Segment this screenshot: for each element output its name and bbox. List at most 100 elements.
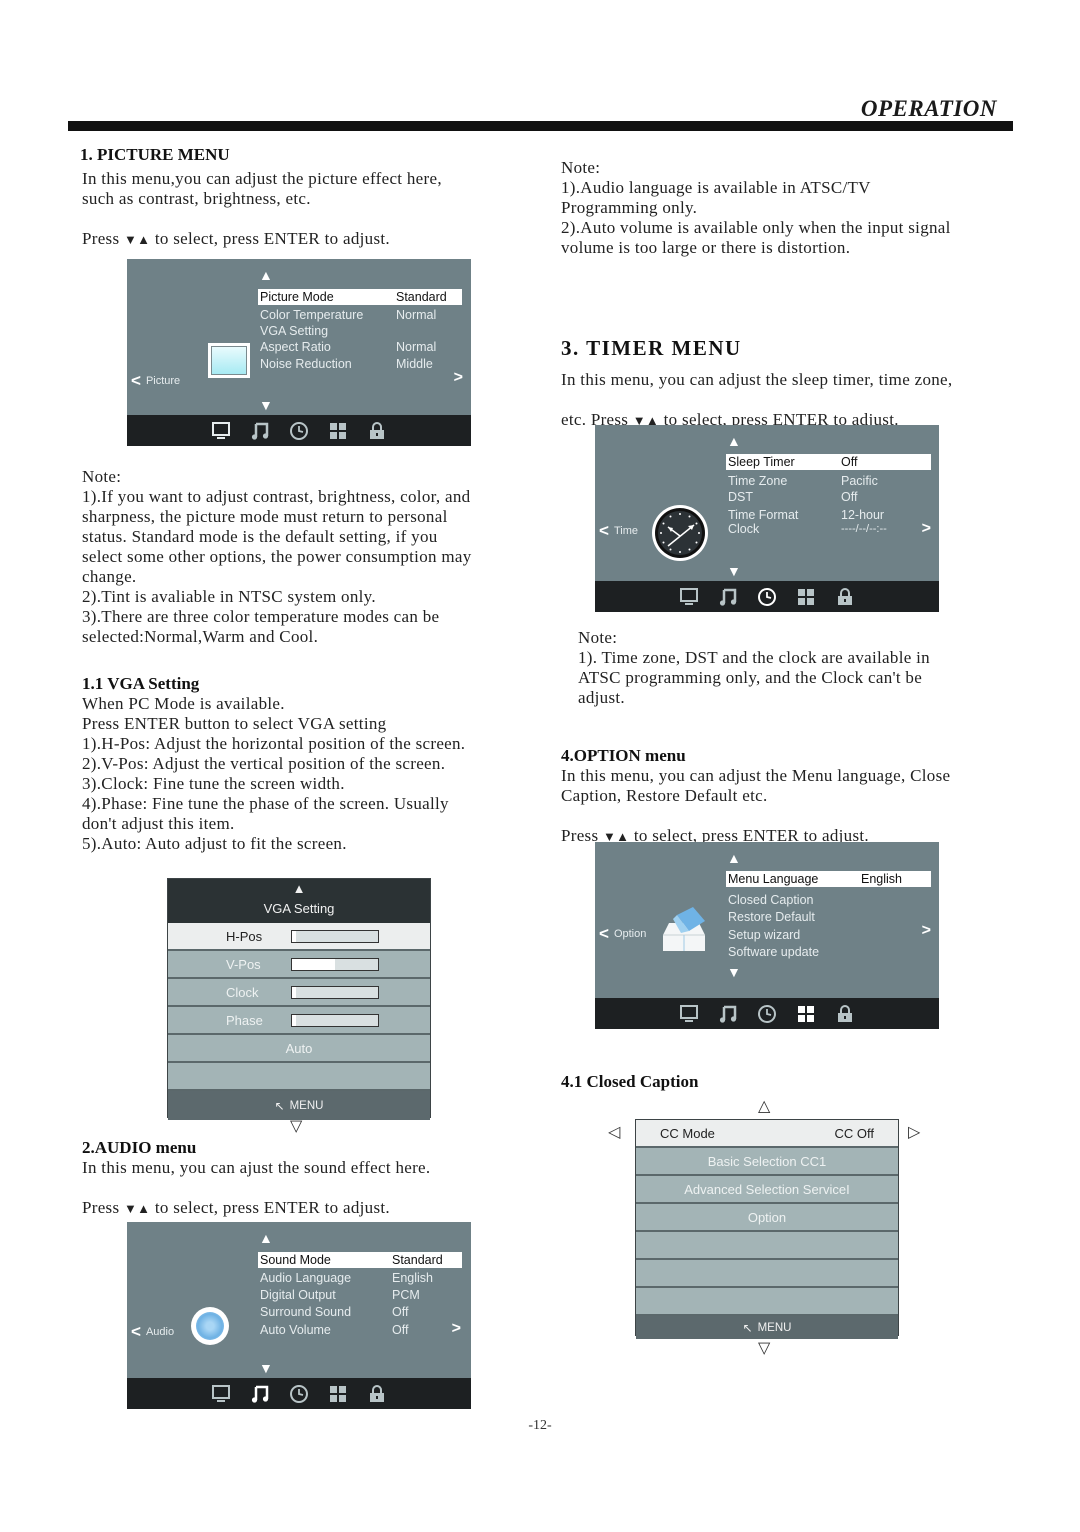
- next-category-button[interactable]: >: [452, 1320, 461, 1338]
- menu-item[interactable]: Noise Reduction Middle: [258, 356, 462, 372]
- prev-category-button[interactable]: < Audio: [131, 1322, 174, 1342]
- category-tabs: [595, 581, 939, 612]
- cc-row[interactable]: Option: [636, 1204, 898, 1232]
- vga-menu-title: VGA Setting: [263, 901, 335, 916]
- scroll-up-outline-icon[interactable]: △: [758, 1096, 770, 1115]
- scroll-down-icon[interactable]: ▼: [259, 1360, 273, 1376]
- timer-tab-icon[interactable]: [288, 420, 310, 442]
- next-category-button[interactable]: >: [922, 922, 931, 940]
- audio-tab-icon[interactable]: [249, 420, 271, 442]
- scroll-down-icon[interactable]: ▼: [259, 397, 273, 413]
- down-up-arrows-icon: ▼▲: [123, 1201, 151, 1216]
- v-pos-slider[interactable]: [291, 957, 379, 971]
- lock-tab-icon[interactable]: [834, 1003, 856, 1025]
- timer-tab-icon[interactable]: [756, 1003, 778, 1025]
- audio-tab-icon[interactable]: [717, 1003, 739, 1025]
- menu-item[interactable]: Surround Sound Off: [258, 1304, 462, 1320]
- audio-note-title: Note:: [561, 158, 601, 177]
- menu-item[interactable]: Color Temperature Normal: [258, 307, 462, 323]
- picture-tab-icon[interactable]: [210, 420, 232, 442]
- scroll-down-outline-icon[interactable]: ▽: [290, 1116, 302, 1135]
- slider-row-phase[interactable]: Phase: [168, 1007, 430, 1035]
- menu-item[interactable]: VGA Setting: [258, 323, 462, 339]
- prev-category-button[interactable]: < Picture: [131, 371, 180, 391]
- scroll-up-icon[interactable]: ▲: [259, 267, 273, 283]
- cc-row: [636, 1232, 898, 1260]
- picture-monitor-icon: [208, 343, 250, 378]
- slider-row-clock[interactable]: Clock: [168, 979, 430, 1007]
- menu-item[interactable]: Menu Language English: [726, 871, 931, 887]
- scroll-up-icon[interactable]: ▲: [727, 433, 741, 449]
- option-tab-icon[interactable]: [795, 586, 817, 608]
- timer-tab-icon[interactable]: [756, 586, 778, 608]
- scroll-down-icon[interactable]: ▼: [727, 563, 741, 579]
- menu-item[interactable]: Sound Mode Standard: [258, 1252, 462, 1268]
- audio-tab-icon[interactable]: [249, 1383, 271, 1405]
- lock-tab-icon[interactable]: [834, 586, 856, 608]
- menu-item[interactable]: Picture Mode Standard: [258, 289, 462, 305]
- prev-category-button[interactable]: < Time: [599, 521, 638, 541]
- option-menu-osd: ▲ Menu Language English Closed Caption Re…: [595, 842, 939, 1029]
- speaker-icon: [191, 1307, 229, 1345]
- menu-item[interactable]: Setup wizard: [726, 927, 931, 943]
- picture-notes: 1).If you want to adjust contrast, brigh…: [82, 487, 472, 646]
- audio-menu-instructions: Press ▼▲ to select, press ENTER to adjus…: [82, 1198, 390, 1217]
- scroll-up-icon[interactable]: ▲: [727, 850, 741, 866]
- cc-row[interactable]: Basic Selection CC1: [636, 1148, 898, 1176]
- timer-tab-icon[interactable]: [288, 1383, 310, 1405]
- h-pos-slider[interactable]: [291, 929, 379, 943]
- prev-outline-icon[interactable]: ◁: [608, 1122, 620, 1141]
- menu-back-button[interactable]: ↖ MENU: [636, 1316, 898, 1339]
- option-menu-intro: In this menu, you can adjust the Menu la…: [561, 766, 951, 805]
- cc-mode-row[interactable]: CC Mode CC Off: [636, 1120, 898, 1148]
- section-title: OPERATION: [860, 96, 997, 121]
- scroll-down-icon[interactable]: ▼: [727, 964, 741, 980]
- cc-row: [636, 1288, 898, 1316]
- lock-tab-icon[interactable]: [366, 420, 388, 442]
- slider-row-v-pos[interactable]: V-Pos: [168, 951, 430, 979]
- category-tabs: [127, 1378, 471, 1409]
- menu-item[interactable]: DST Off: [726, 489, 931, 505]
- return-arrow-icon: ↖: [742, 1320, 753, 1335]
- timer-notes: 1). Time zone, DST and the clock are ava…: [578, 648, 930, 707]
- option-tab-icon[interactable]: [795, 1003, 817, 1025]
- return-arrow-icon: ↖: [274, 1098, 285, 1113]
- auto-adjust-button[interactable]: Auto: [168, 1035, 430, 1063]
- lock-tab-icon[interactable]: [366, 1383, 388, 1405]
- audio-notes: 1).Audio language is available in ATSC/T…: [561, 178, 951, 257]
- picture-menu-osd: ▲ Picture Mode Standard Color Temperature…: [127, 259, 471, 446]
- audio-tab-icon[interactable]: [717, 586, 739, 608]
- picture-tab-icon[interactable]: [678, 586, 700, 608]
- menu-item[interactable]: Aspect Ratio Normal: [258, 339, 462, 355]
- phase-slider[interactable]: [291, 1013, 379, 1027]
- menu-item[interactable]: Audio Language English: [258, 1270, 462, 1286]
- picture-menu-heading: 1. PICTURE MENU: [80, 145, 230, 164]
- next-category-button[interactable]: >: [922, 520, 931, 538]
- menu-item[interactable]: Restore Default: [726, 909, 931, 925]
- scroll-up-icon[interactable]: ▲: [259, 1230, 273, 1246]
- prev-category-button[interactable]: < Option: [599, 924, 646, 944]
- menu-item[interactable]: Clock ----/--/--:--: [726, 521, 931, 537]
- option-tab-icon[interactable]: [327, 420, 349, 442]
- category-tabs: [127, 415, 471, 446]
- option-box-icon: [659, 907, 709, 960]
- picture-tab-icon[interactable]: [210, 1383, 232, 1405]
- next-outline-icon[interactable]: ▷: [908, 1122, 920, 1141]
- clock-slider[interactable]: [291, 985, 379, 999]
- menu-item[interactable]: Auto Volume Off: [258, 1322, 462, 1338]
- scroll-up-icon[interactable]: ▲: [168, 881, 430, 896]
- menu-item[interactable]: Closed Caption: [726, 892, 931, 908]
- option-menu-heading: 4.OPTION menu: [561, 746, 686, 765]
- slider-row-h-pos[interactable]: H-Pos: [168, 923, 430, 951]
- scroll-down-outline-icon[interactable]: ▽: [758, 1338, 770, 1357]
- timer-menu-intro: In this menu, you can adjust the sleep t…: [561, 370, 953, 389]
- menu-item[interactable]: Sleep Timer Off: [726, 454, 931, 470]
- picture-menu-intro: In this menu,you can adjust the picture …: [82, 169, 442, 208]
- next-category-button[interactable]: >: [454, 369, 463, 387]
- picture-tab-icon[interactable]: [678, 1003, 700, 1025]
- menu-item[interactable]: Software update: [726, 944, 931, 960]
- menu-item[interactable]: Time Zone Pacific: [726, 473, 931, 489]
- option-tab-icon[interactable]: [327, 1383, 349, 1405]
- cc-row[interactable]: Advanced Selection ServiceI: [636, 1176, 898, 1204]
- menu-item[interactable]: Digital Output PCM: [258, 1287, 462, 1303]
